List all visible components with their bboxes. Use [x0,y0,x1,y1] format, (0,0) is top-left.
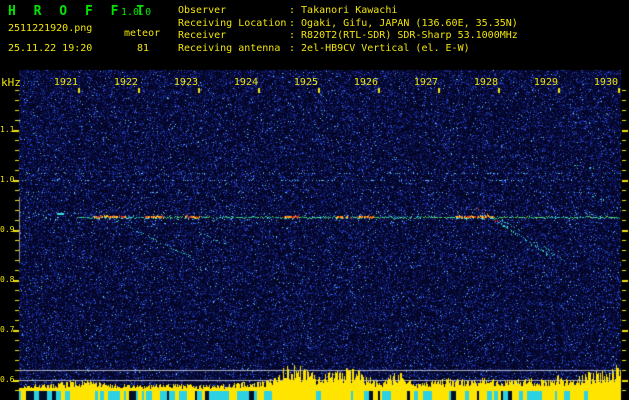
y-tick-label: 0.9 [0,225,15,234]
y-tick-label: 0.7 [0,325,15,334]
station-info: Observer : Takanori Kawachi Receiving Loc… [178,5,518,55]
y-tick-label: 1.0 [0,175,15,184]
x-tick-label: 1921 [53,77,78,88]
y-tick-label: 1.1 [0,125,15,134]
x-tick-label: 1922 [113,77,138,88]
info-value: : 2el-HB9CV Vertical (el. E-W) [289,42,470,54]
info-value: : R820T2(RTL-SDR) SDR-Sharp 53.1000MHz [289,30,518,41]
x-tick-label: 1930 [593,77,618,88]
info-row-observer: Observer : Takanori Kawachi [178,5,518,18]
y-tick-label: 0.6 [0,375,15,384]
info-label: Receiving Location [178,17,287,29]
info-label: Receiving antenna [178,42,281,54]
info-row-receiver: Receiver : R820T2(RTL-SDR) SDR-Sharp 53.1… [178,30,518,43]
info-value: : Takanori Kawachi [289,5,398,16]
x-tick-label: 1923 [173,77,198,88]
app-version: 1.0.0 [121,7,152,18]
info-row-location: Receiving Location: Ogaki, Gifu, JAPAN (… [178,18,518,31]
x-tick-label: 1927 [413,77,438,88]
mode-label: meteor [124,28,161,39]
x-tick-label: 1928 [473,77,498,88]
y-axis-unit: kHz [1,76,21,89]
spectrogram-canvas [0,0,629,400]
x-tick-label: 1926 [353,77,378,88]
info-value: : Ogaki, Gifu, JAPAN (136.60E, 35.35N) [289,17,518,29]
x-tick-label: 1925 [293,77,318,88]
echo-count: 81 [137,43,150,54]
filename: 2511221920.png [8,23,93,34]
hrofft-chart: H R O F F T 1.0.0 2511221920.png meteor … [0,0,629,400]
info-label: Observer [178,5,227,16]
x-tick-label: 1929 [533,77,558,88]
x-tick-label: 1924 [233,77,258,88]
info-label: Receiver [178,30,227,41]
datetime-label: 25.11.22 19:20 [8,43,93,54]
info-row-antenna: Receiving antenna : 2el-HB9CV Vertical (e… [178,43,518,56]
y-tick-label: 0.8 [0,275,15,284]
